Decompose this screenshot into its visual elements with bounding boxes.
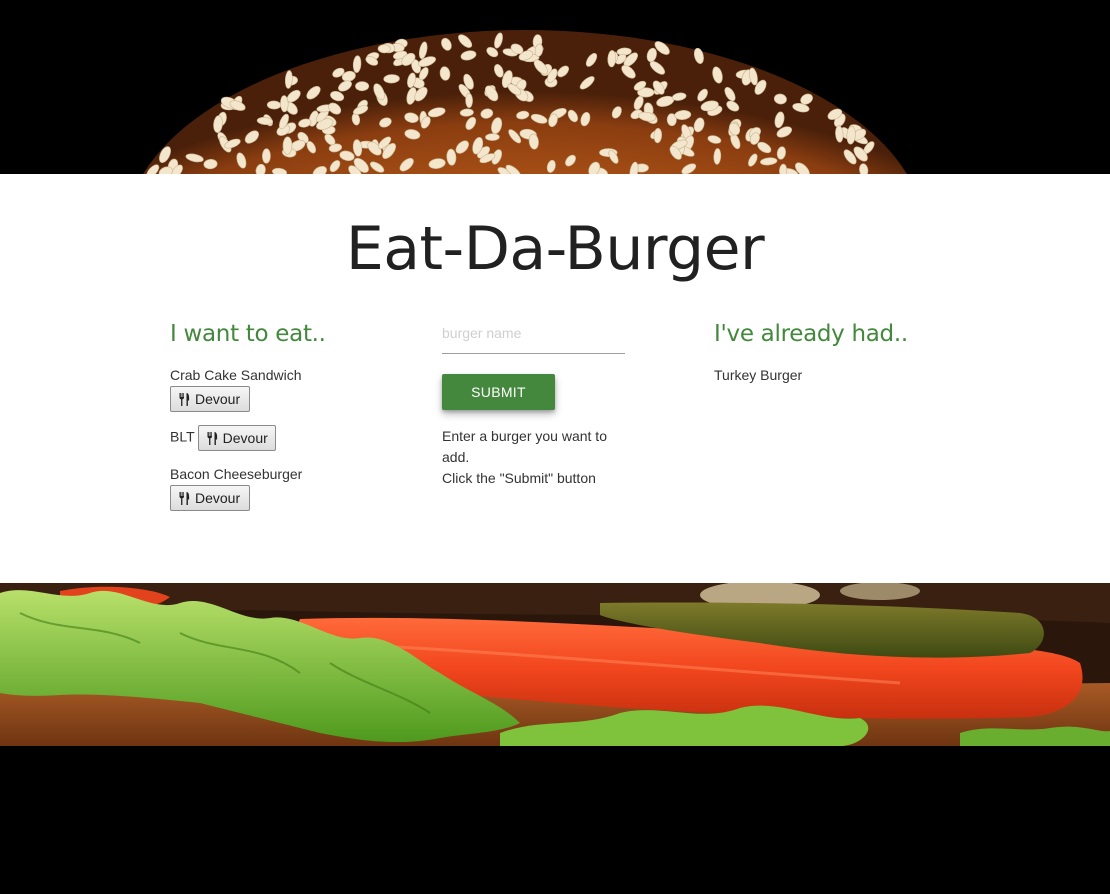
list-item: Bacon Cheeseburger Devour	[170, 464, 410, 511]
burger-name: Bacon Cheeseburger	[170, 466, 303, 482]
sesame-seed	[485, 133, 500, 141]
devour-label: Devour	[195, 490, 241, 506]
site-title: Eat-Da-Burger	[345, 214, 765, 284]
devour-button[interactable]: Devour	[197, 425, 276, 451]
header-bun-image	[0, 0, 1110, 174]
list-item: BLT Devour	[170, 425, 410, 451]
burger-fillings-illustration	[0, 583, 1110, 746]
devour-button[interactable]: Devour	[170, 386, 250, 412]
devour-label: Devour	[195, 391, 241, 407]
sesame-seed	[266, 100, 282, 110]
burger-name-input[interactable]	[442, 312, 625, 354]
page: Eat-Da-Burger I want to eat.. Crab Cake …	[0, 0, 1110, 894]
sesame-seed	[355, 81, 370, 92]
submit-button[interactable]: SUBMIT	[442, 374, 555, 410]
bun-top-illustration	[0, 0, 1110, 174]
footer-burger-image	[0, 583, 1110, 746]
hint-line-2: Click the "Submit" button	[442, 470, 596, 486]
want-to-eat-heading: I want to eat..	[170, 321, 326, 347]
sesame-seed	[282, 136, 293, 155]
list-item: Turkey Burger	[714, 365, 954, 385]
content-panel: Eat-Da-Burger I want to eat.. Crab Cake …	[0, 174, 1110, 583]
already-had-list: Turkey Burger	[714, 365, 954, 385]
already-had-heading: I've already had..	[714, 321, 908, 347]
list-item: Crab Cake Sandwich Devour	[170, 365, 410, 412]
already-had-column: I've already had.. Turkey Burger	[714, 320, 954, 385]
sesame-seed	[377, 44, 391, 54]
sesame-seed	[465, 93, 473, 108]
burger-name: BLT	[170, 428, 195, 445]
burger-name: Crab Cake Sandwich	[170, 367, 302, 383]
fork-knife-icon	[179, 491, 190, 505]
sesame-seed	[383, 74, 400, 84]
add-burger-form: SUBMIT Enter a burger you want to add. C…	[442, 312, 632, 489]
burger-name: Turkey Burger	[714, 367, 803, 383]
want-to-eat-column: I want to eat.. Crab Cake Sandwich Devou…	[170, 320, 410, 511]
hint-line-1: Enter a burger you want to add.	[442, 428, 607, 465]
devour-label: Devour	[222, 430, 268, 446]
form-hint: Enter a burger you want to add. Click th…	[442, 426, 632, 489]
fork-knife-icon	[179, 392, 190, 406]
fork-knife-icon	[207, 431, 217, 445]
sesame-seed	[261, 148, 271, 164]
devour-button[interactable]: Devour	[170, 485, 250, 511]
want-to-eat-list: Crab Cake Sandwich Devour BLT Devour Bac…	[170, 365, 410, 511]
